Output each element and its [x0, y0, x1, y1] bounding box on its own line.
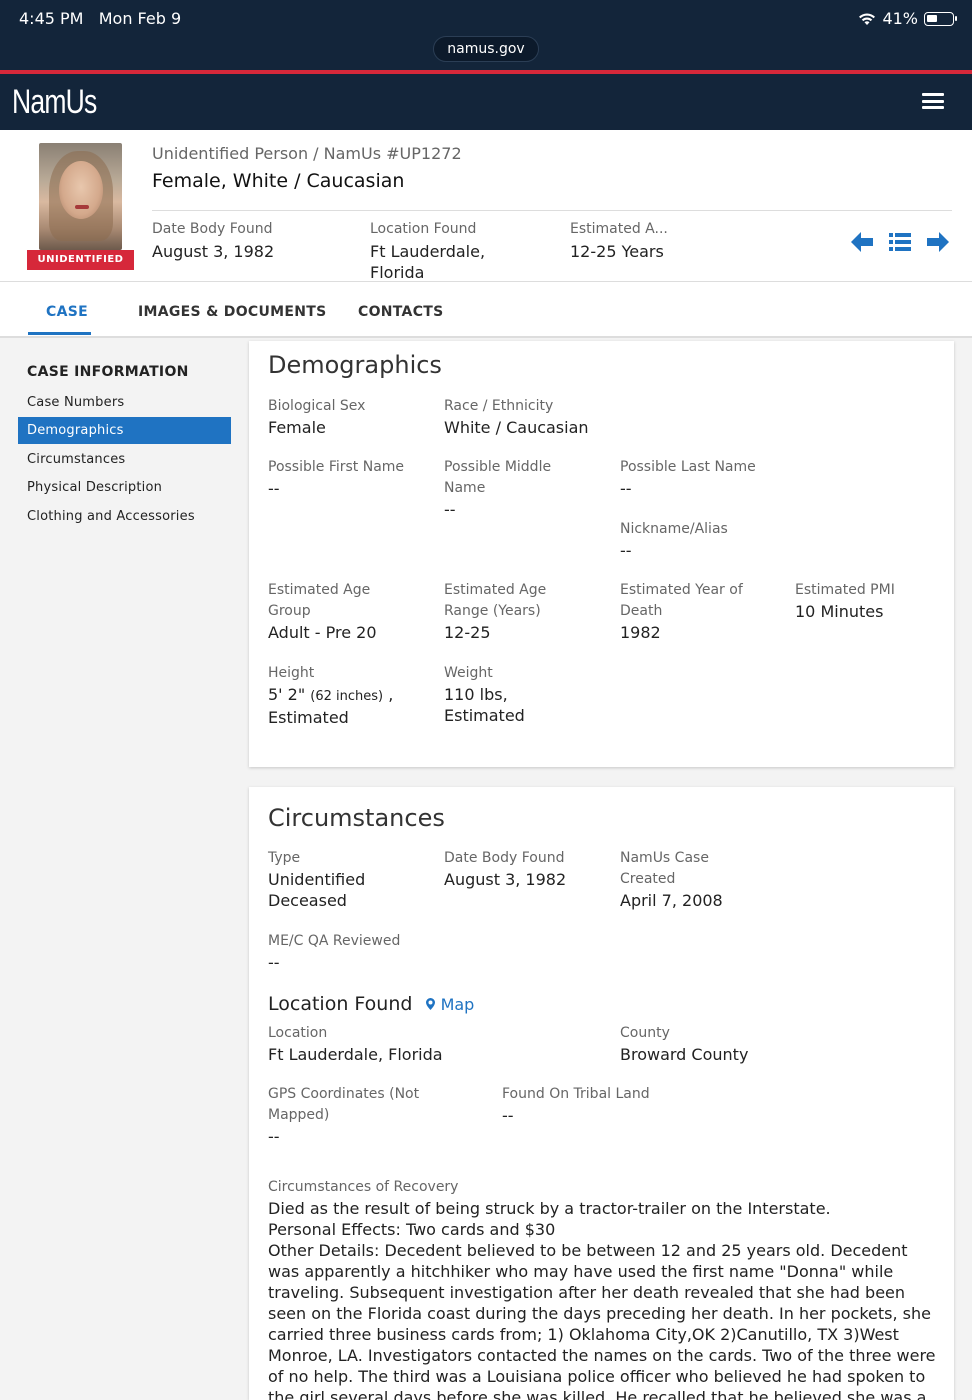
- field-circumstances-of-recovery: Circumstances of Recovery Died as the re…: [268, 1179, 936, 1400]
- tab-images-documents[interactable]: IMAGES & DOCUMENTS: [138, 304, 326, 320]
- wifi-icon: [859, 13, 876, 25]
- section-title: Circumstances: [268, 804, 445, 832]
- field-type: Type Unidentified Deceased: [268, 850, 366, 910]
- field-weight: Weight 110 lbs, Estimated: [444, 665, 525, 725]
- summary-estimated-age: Estimated A... 12-25 Years: [570, 221, 668, 261]
- field-gps: GPS Coordinates (Not Mapped) --: [268, 1086, 420, 1146]
- field-last-name: Possible Last Name --: [620, 459, 756, 498]
- list-icon[interactable]: [889, 233, 911, 251]
- sidebar-heading: CASE INFORMATION: [27, 364, 189, 380]
- status-badge: UNIDENTIFIED: [27, 250, 134, 270]
- summary-location-found: Location Found Ft Lauderdale, Florida: [370, 221, 486, 282]
- sidebar-item-demographics[interactable]: Demographics: [18, 417, 231, 444]
- field-race: Race / Ethnicity White / Caucasian: [444, 398, 589, 437]
- sidebar-item-case-numbers[interactable]: Case Numbers: [18, 389, 231, 416]
- field-location: Location Ft Lauderdale, Florida: [268, 1025, 443, 1064]
- status-right: 41%: [858, 9, 957, 28]
- field-qa-reviewed: ME/C QA Reviewed --: [268, 933, 401, 972]
- field-case-created: NamUs Case Created April 7, 2008: [620, 850, 723, 910]
- status-bar: 4:45 PM Mon Feb 9 41% namus.gov: [0, 0, 972, 70]
- field-age-range: Estimated Age Range (Years) 12-25: [444, 582, 547, 642]
- battery-icon: [924, 11, 957, 26]
- arrow-left-icon[interactable]: [851, 232, 873, 252]
- active-tab-indicator: [28, 332, 91, 335]
- field-tribal-land: Found On Tribal Land --: [502, 1086, 650, 1125]
- case-navigation: [851, 232, 949, 252]
- case-sidebar: CASE INFORMATION Case Numbers Demographi…: [0, 340, 248, 1400]
- field-county: County Broward County: [620, 1025, 749, 1064]
- sidebar-item-circumstances[interactable]: Circumstances: [18, 446, 231, 473]
- menu-icon[interactable]: [922, 93, 944, 109]
- demographics-panel: Demographics Biological Sex Female Race …: [249, 341, 954, 767]
- field-first-name: Possible First Name --: [268, 459, 405, 498]
- site-header: NamUs: [0, 74, 972, 130]
- field-biological-sex: Biological Sex Female: [268, 398, 366, 437]
- map-pin-icon: [426, 998, 436, 1010]
- sidebar-item-physical-description[interactable]: Physical Description: [18, 474, 231, 501]
- arrow-right-icon[interactable]: [927, 232, 949, 252]
- case-tabs: CASE IMAGES & DOCUMENTS CONTACTS: [0, 282, 972, 338]
- field-age-group: Estimated Age Group Adult - Pre 20: [268, 582, 377, 642]
- battery-percent: 41%: [882, 9, 918, 28]
- map-link[interactable]: Map: [426, 995, 474, 1014]
- sidebar-item-clothing[interactable]: Clothing and Accessories: [18, 503, 231, 530]
- field-date-found: Date Body Found August 3, 1982: [444, 850, 567, 889]
- case-title: Female, White / Caucasian: [152, 170, 405, 192]
- tab-case[interactable]: CASE: [46, 304, 88, 320]
- field-height: Height 5' 2" (62 inches) , Estimated: [268, 665, 394, 727]
- divider: [152, 210, 952, 211]
- url-bar[interactable]: namus.gov: [433, 36, 539, 62]
- circumstances-panel: Circumstances Type Unidentified Deceased…: [249, 787, 954, 1400]
- status-time: 4:45 PM Mon Feb 9: [19, 9, 182, 28]
- tab-contacts[interactable]: CONTACTS: [358, 304, 444, 320]
- field-nickname: Nickname/Alias --: [620, 521, 728, 560]
- namus-logo[interactable]: NamUs: [12, 83, 97, 122]
- field-middle-name: Possible Middle Name --: [444, 459, 552, 519]
- summary-date-found: Date Body Found August 3, 1982: [152, 221, 275, 261]
- case-kicker: Unidentified Person / NamUs #UP1272: [152, 144, 462, 163]
- case-photo[interactable]: [39, 143, 122, 250]
- case-summary: UNIDENTIFIED Unidentified Person / NamUs…: [0, 130, 972, 282]
- section-title: Demographics: [268, 351, 442, 379]
- field-pmi: Estimated PMI 10 Minutes: [795, 582, 895, 621]
- location-found-heading: Location Found Map: [268, 993, 475, 1015]
- field-year-of-death: Estimated Year of Death 1982: [620, 582, 743, 642]
